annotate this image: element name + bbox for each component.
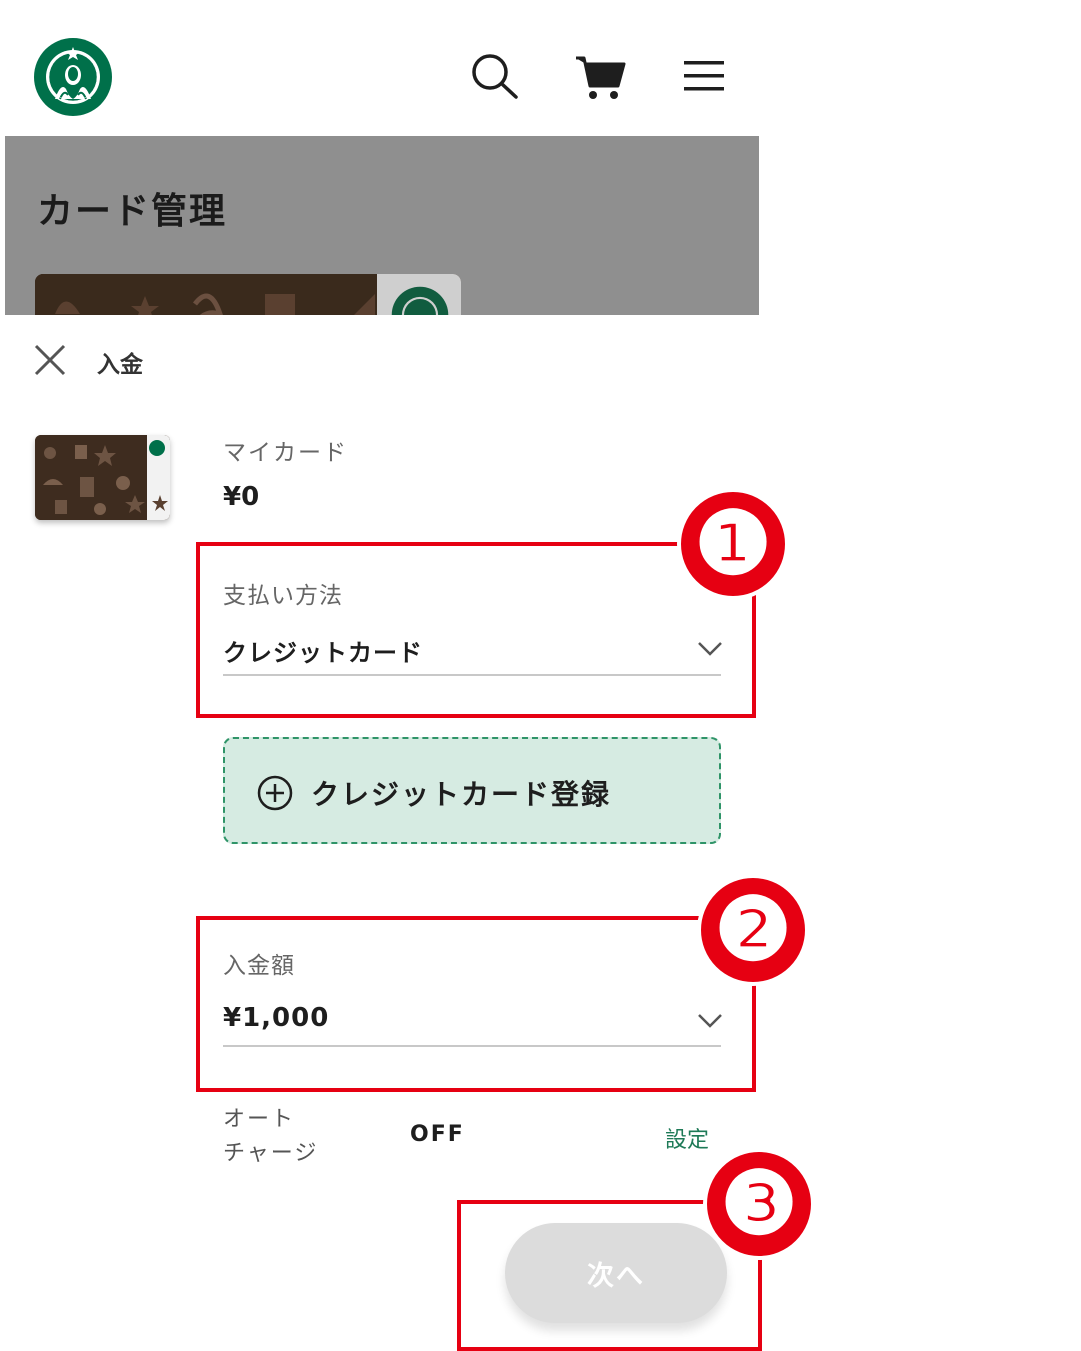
card-pattern [35,274,377,315]
starbucks-logo[interactable] [33,37,113,117]
search-icon[interactable] [466,50,522,102]
starbucks-logo [391,286,449,315]
page-title: カード管理 [37,191,228,232]
dimmed-background-page[interactable]: カード管理 [5,136,759,315]
add-credit-card-label: クレジットカード登録 [311,778,612,811]
sheet-title: 入金 [97,352,143,378]
step-badge-1: ❶ [677,488,789,600]
card-name: マイカード [223,440,348,466]
hamburger-menu-icon[interactable] [676,50,732,102]
step-badge-3: ❸ [703,1148,815,1260]
card-thumbnail [35,274,461,315]
app-header [0,0,760,136]
step-badge-2: ❷ [697,874,809,986]
card-balance: ¥0 [223,482,260,512]
auto-charge-label-line1: オート [223,1107,296,1132]
add-credit-card-button[interactable]: クレジットカード登録 [223,737,721,844]
auto-charge-label: オート チャージ [223,1103,343,1171]
highlight-box-2 [196,916,756,1092]
card-logo-strip [377,274,461,315]
plus-circle-icon [257,775,293,811]
card-pattern [35,435,170,520]
highlight-box-1 [196,542,756,718]
cart-icon[interactable] [572,50,628,102]
close-icon[interactable] [33,343,67,377]
auto-charge-status: OFF [410,1122,465,1147]
starbucks-card-image [35,435,170,520]
auto-charge-label-line2: チャージ [223,1141,319,1166]
auto-charge-settings-link[interactable]: 設定 [665,1122,709,1154]
